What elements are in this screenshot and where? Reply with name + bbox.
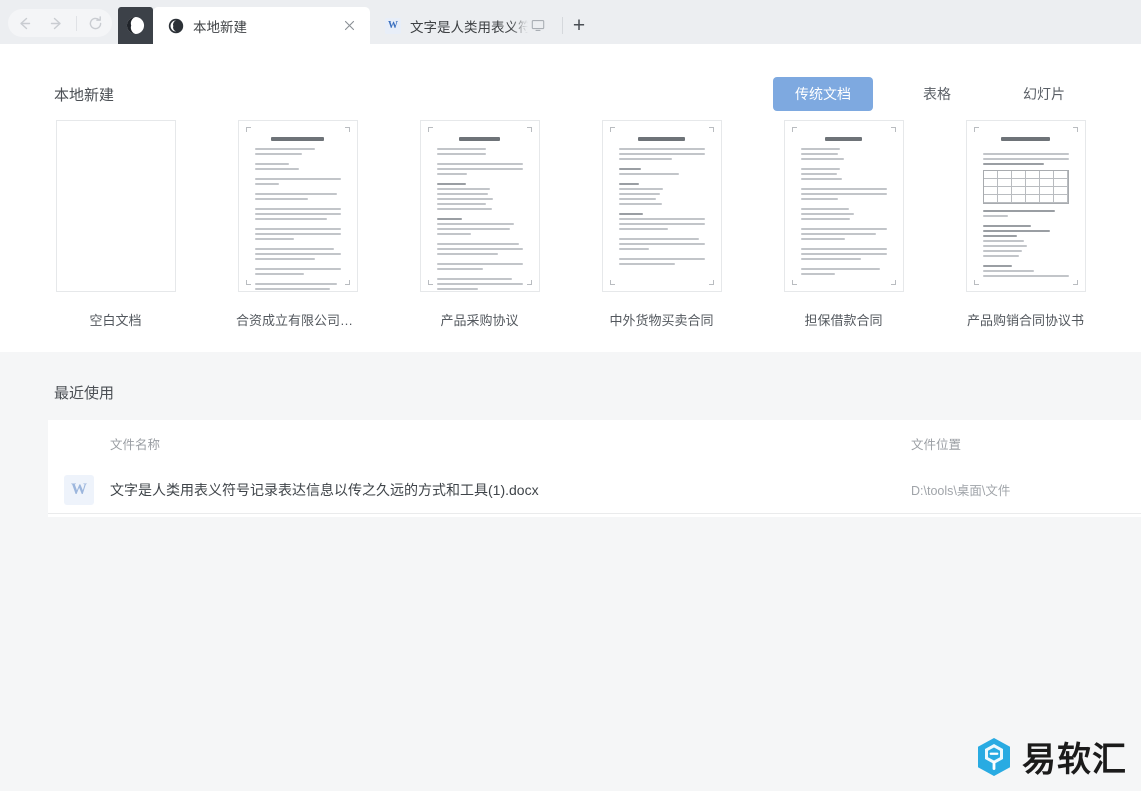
tab-spreadsheet[interactable]: 表格 — [901, 77, 973, 111]
template-label: 担保借款合同 — [804, 313, 883, 328]
tab-traditional-document[interactable]: 传统文档 — [773, 77, 873, 111]
word-icon-letter: W — [385, 17, 401, 34]
document-preview — [609, 127, 714, 285]
page-title: 本地新建 — [54, 86, 115, 104]
wps-logo-icon — [126, 16, 145, 35]
tab-strip: 本地新建 W 文字是人类用表义符号记 + — [153, 7, 595, 44]
template-card-goods-sales-contract[interactable]: 中外货物买卖合同 — [600, 120, 723, 329]
template-thumbnail — [965, 120, 1086, 292]
tab-title: 文字是人类用表义符号记 — [410, 19, 528, 35]
recent-files-section: 最近使用 文件名称 文件位置 W 文字是人类用表义符号记录表达信息以传之久远的方… — [0, 352, 1141, 791]
column-header-location: 文件位置 — [911, 437, 962, 452]
template-thumbnail — [601, 120, 722, 292]
local-new-section: 本地新建 传统文档 表格 幻灯片 空白文档 合资成立有限公司协... 产品采购协… — [0, 44, 1141, 352]
nav-separator — [75, 15, 77, 31]
forward-icon[interactable] — [43, 10, 69, 36]
new-tab-button[interactable]: + — [563, 7, 595, 44]
navigation-button-group — [8, 9, 112, 37]
file-location: D:\tools\桌面\文件 — [911, 484, 1011, 498]
close-icon[interactable] — [340, 17, 358, 35]
tab-title: 本地新建 — [193, 19, 247, 35]
wps-logo-icon — [167, 17, 185, 35]
template-label: 产品采购协议 — [440, 313, 519, 328]
tab-presentation[interactable]: 幻灯片 — [1001, 77, 1087, 111]
template-label: 合资成立有限公司协... — [236, 313, 359, 328]
browser-tab-bar: 本地新建 W 文字是人类用表义符号记 + — [0, 0, 1141, 44]
template-card-blank[interactable]: 空白文档 — [54, 120, 177, 329]
watermark: 易软汇 — [976, 732, 1127, 781]
refresh-icon[interactable] — [83, 10, 109, 36]
template-label: 中外货物买卖合同 — [609, 313, 714, 328]
template-thumbnail — [55, 120, 176, 292]
watermark-text: 易软汇 — [1022, 740, 1127, 780]
section-header: 本地新建 传统文档 表格 幻灯片 — [54, 44, 1087, 116]
template-card-guaranteed-loan-contract[interactable]: 担保借款合同 — [782, 120, 905, 329]
template-label: 空白文档 — [89, 313, 142, 328]
category-tabs: 传统文档 表格 幻灯片 — [745, 77, 1087, 111]
word-icon-letter: W — [64, 474, 94, 505]
table-row[interactable]: W 文字是人类用表义符号记录表达信息以传之久远的方式和工具(1).docx D:… — [48, 466, 1141, 514]
cast-screen-icon[interactable] — [530, 18, 546, 34]
word-document-icon: W — [48, 474, 110, 505]
page-body: 本地新建 传统文档 表格 幻灯片 空白文档 合资成立有限公司协... 产品采购协… — [0, 44, 1141, 791]
back-icon[interactable] — [11, 10, 37, 36]
document-preview — [245, 127, 350, 290]
app-logo[interactable] — [118, 7, 153, 44]
template-card-joint-venture[interactable]: 合资成立有限公司协... — [236, 120, 359, 329]
recent-files-panel: 文件名称 文件位置 W 文字是人类用表义符号记录表达信息以传之久远的方式和工具(… — [48, 420, 1141, 517]
document-preview — [427, 127, 532, 290]
template-thumbnail — [419, 120, 540, 292]
tab-local-new[interactable]: 本地新建 — [153, 7, 370, 44]
tab-document[interactable]: W 文字是人类用表义符号记 — [370, 7, 558, 44]
template-thumbnail — [783, 120, 904, 292]
recent-section-title: 最近使用 — [54, 385, 115, 402]
template-card-sales-contract-agreement[interactable]: 产品购销合同协议书 — [964, 120, 1087, 329]
template-label: 产品购销合同协议书 — [966, 313, 1084, 328]
template-card-procurement-agreement[interactable]: 产品采购协议 — [418, 120, 541, 329]
preview-table — [982, 170, 1069, 204]
yiruanhui-hex-logo-icon — [978, 737, 1010, 776]
template-thumbnail — [237, 120, 358, 292]
recent-table-header: 文件名称 文件位置 — [48, 420, 1141, 466]
document-preview — [973, 127, 1078, 285]
document-preview — [791, 127, 896, 285]
file-name[interactable]: 文字是人类用表义符号记录表达信息以传之久远的方式和工具(1).docx — [110, 480, 911, 500]
template-grid: 空白文档 合资成立有限公司协... 产品采购协议 中外货物买卖合同 担保借款合同… — [54, 120, 1087, 329]
column-header-filename: 文件名称 — [110, 437, 161, 452]
word-document-icon: W — [384, 17, 402, 35]
